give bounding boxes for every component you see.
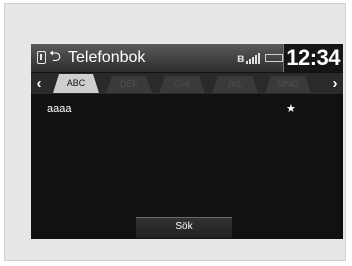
status-indicators: ʙ — [237, 49, 284, 67]
signal-icon — [246, 52, 261, 64]
phonebook-screen: ⮌ Telefonbok ʙ 12:34 ‹ ABC DEF GHI JKL M… — [31, 44, 343, 239]
bluetooth-icon: ʙ — [237, 51, 245, 65]
tab-abc[interactable]: ABC — [53, 74, 99, 93]
page-title: Telefonbok — [68, 49, 146, 66]
tab-ghi[interactable]: GHI — [159, 76, 205, 93]
phone-icon — [37, 51, 46, 64]
page-frame: ⮌ Telefonbok ʙ 12:34 ‹ ABC DEF GHI JKL M… — [4, 3, 346, 261]
chevron-left-icon[interactable]: ‹ — [32, 73, 46, 94]
list-item[interactable]: aaaa ★ — [31, 98, 343, 120]
tab-mno[interactable]: MNO — [265, 76, 311, 93]
clock-panel: 12:34 — [283, 44, 343, 72]
header-bar: ⮌ Telefonbok ʙ 12:34 — [31, 44, 343, 72]
star-icon: ★ — [286, 103, 296, 115]
contact-list: aaaa ★ — [31, 96, 343, 216]
tab-def[interactable]: DEF — [106, 76, 152, 93]
search-button[interactable]: Sök — [136, 217, 232, 238]
contact-name: aaaa — [47, 103, 72, 115]
clock: 12:34 — [286, 45, 340, 70]
battery-icon — [265, 54, 284, 62]
chevron-right-icon[interactable]: › — [328, 73, 342, 94]
tab-jkl[interactable]: JKL — [212, 76, 258, 93]
back-icon[interactable]: ⮌ — [49, 47, 61, 67]
alphabet-tab-bar: ‹ ABC DEF GHI JKL MNO › — [31, 73, 343, 94]
